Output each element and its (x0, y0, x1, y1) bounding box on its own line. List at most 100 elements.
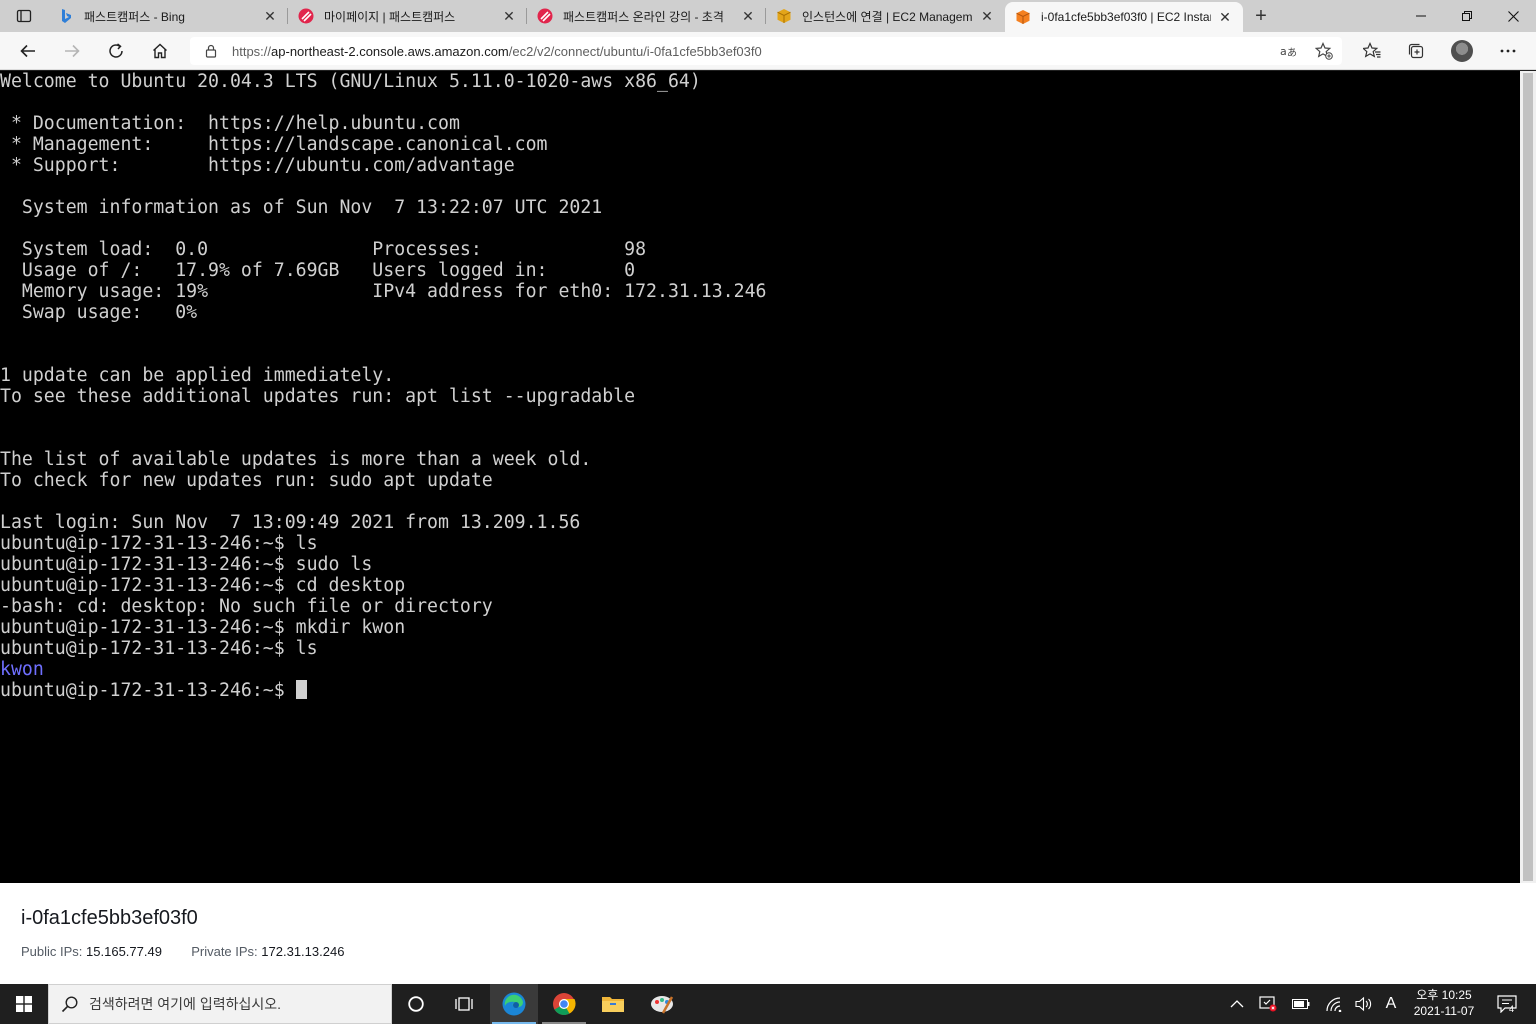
tab-close-icon[interactable]: ✕ (262, 8, 278, 24)
tab-close-icon[interactable]: ✕ (740, 8, 756, 24)
new-tab-button[interactable]: + (1249, 4, 1273, 28)
star-add-icon (1315, 42, 1333, 60)
terminal-output: Welcome to Ubuntu 20.04.3 LTS (GNU/Linux… (0, 71, 767, 701)
tab-title: 패스트캠퍼스 온라인 강의 - 초격 (563, 9, 724, 24)
tab-ec2-instance[interactable]: i-0fa1cfe5bb3ef03f0 | EC2 Instan ✕ (1005, 2, 1243, 32)
aws-box-icon (777, 9, 791, 23)
tab-actions-button[interactable] (0, 0, 48, 32)
battery-button[interactable] (1289, 984, 1313, 1024)
terminal-scrollbar[interactable] (1520, 71, 1536, 883)
security-alert-icon (1259, 996, 1277, 1012)
settings-menu-button[interactable] (1494, 37, 1522, 65)
chevron-up-icon (1230, 1000, 1244, 1008)
restore-icon (1462, 11, 1472, 21)
tab-close-icon[interactable]: ✕ (979, 8, 995, 24)
scrollbar-thumb[interactable] (1523, 73, 1533, 881)
task-view-button[interactable] (440, 984, 488, 1024)
tab-fastcampus-lecture[interactable]: 패스트캠퍼스 온라인 강의 - 초격 ✕ (527, 0, 766, 32)
tab-actions-icon (16, 9, 32, 23)
tab-close-icon[interactable]: ✕ (501, 8, 517, 24)
add-favorite-button[interactable] (1312, 37, 1336, 65)
minimize-button[interactable] (1398, 0, 1444, 32)
search-icon (61, 996, 78, 1013)
avatar (1451, 40, 1473, 62)
terminal-line: ubuntu@ip-172-31-13-246:~$ ls (0, 638, 318, 659)
address-bar[interactable]: https://ap-northeast-2.console.aws.amazo… (190, 37, 1342, 65)
refresh-icon (109, 43, 123, 58)
terminal-line: ubuntu@ip-172-31-13-246:~$ ls (0, 533, 318, 554)
close-window-button[interactable] (1490, 0, 1536, 32)
read-aloud-icon: aあ (1280, 45, 1297, 59)
notification-count: 4 (1509, 1004, 1515, 1014)
taskbar-app[interactable] (638, 984, 686, 1024)
terminal-line: -bash: cd: desktop: No such file or dire… (0, 596, 493, 617)
cortana-button[interactable] (392, 984, 440, 1024)
start-button[interactable] (0, 984, 48, 1024)
tab-mypage[interactable]: 마이페이지 | 패스트캠퍼스 ✕ (288, 0, 527, 32)
cortana-icon (408, 996, 424, 1012)
terminal-line: ubuntu@ip-172-31-13-246:~$ sudo ls (0, 554, 373, 575)
ssh-terminal[interactable]: Welcome to Ubuntu 20.04.3 LTS (GNU/Linux… (0, 71, 1536, 883)
terminal-cursor (295, 680, 307, 699)
taskbar-chrome[interactable] (540, 984, 588, 1024)
close-icon (1507, 10, 1519, 22)
favorites-button[interactable] (1358, 37, 1386, 65)
terminal-line: To see these additional updates run: apt… (0, 386, 636, 407)
terminal-line: 1 update can be applied immediately. (0, 365, 395, 386)
forward-button[interactable] (58, 37, 86, 65)
taskbar-search-input[interactable]: 검색하려면 여기에 입력하십시오. (48, 984, 392, 1024)
network-button[interactable] (1322, 984, 1346, 1024)
home-button[interactable] (146, 37, 174, 65)
terminal-prompt-line[interactable]: ubuntu@ip-172-31-13-246:~$ (0, 680, 767, 701)
browser-tab-strip: 패스트캠퍼스 - Bing ✕ 마이페이지 | 패스트캠퍼스 ✕ 패스트캠퍼스 … (0, 0, 1536, 32)
bing-icon (62, 9, 71, 23)
tab-close-icon[interactable]: ✕ (1217, 9, 1233, 25)
speaker-icon (1355, 996, 1372, 1012)
lock-icon[interactable] (204, 44, 218, 58)
instance-info-panel: i-0fa1cfe5bb3ef03f0 Public IPs: 15.165.7… (0, 883, 1536, 984)
terminal-line: System information as of Sun Nov 7 13:22… (0, 197, 603, 218)
tray-security-button[interactable] (1256, 984, 1280, 1024)
show-hidden-icons-button[interactable] (1226, 984, 1248, 1024)
url-text[interactable]: https://ap-northeast-2.console.aws.amazo… (232, 44, 762, 59)
search-placeholder: 검색하려면 여기에 입력하십시오. (89, 996, 281, 1012)
read-aloud-button[interactable]: aあ (1276, 37, 1300, 65)
private-ips-label: Private IPs: (191, 944, 258, 959)
restore-button[interactable] (1444, 0, 1490, 32)
refresh-button[interactable] (102, 37, 130, 65)
ime-indicator[interactable]: A (1380, 984, 1402, 1024)
terminal-line: Memory usage: 19% IPv4 address for eth0:… (0, 281, 767, 302)
url-scheme: https:// (232, 43, 272, 59)
action-center-button[interactable]: 4 (1492, 984, 1522, 1024)
volume-button[interactable] (1352, 984, 1376, 1024)
terminal-line: The list of available updates is more th… (0, 449, 592, 470)
tab-title: i-0fa1cfe5bb3ef03f0 | EC2 Instan (1041, 10, 1211, 24)
tab-ec2-connect[interactable]: 인스턴스에 연결 | EC2 Managem ✕ (766, 0, 1005, 32)
url-path: /ec2/v2/connect/ubuntu/i-0fa1cfe5bb3ef03… (508, 43, 762, 59)
wifi-icon (1326, 997, 1342, 1012)
private-ips-value: 172.31.13.246 (261, 944, 345, 959)
profile-button[interactable] (1448, 37, 1476, 65)
taskbar-file-explorer[interactable] (589, 984, 637, 1024)
chrome-icon (553, 993, 576, 1015)
system-clock[interactable]: 오후 10:25 2021-11-07 (1404, 987, 1484, 1019)
taskbar-edge[interactable] (490, 984, 538, 1024)
home-icon (153, 43, 167, 59)
public-ips-label: Public IPs: (21, 944, 83, 959)
back-arrow-icon (20, 44, 35, 58)
collections-button[interactable] (1402, 37, 1430, 65)
clock-time: 오후 10:25 (1416, 988, 1472, 1002)
tab-title: 인스턴스에 연결 | EC2 Managem (802, 9, 973, 24)
favorites-icon (1363, 42, 1381, 58)
windows-taskbar: 검색하려면 여기에 입력하십시오. A 오후 10:25 2021-11-07 (0, 984, 1536, 1024)
tab-bing[interactable]: 패스트캠퍼스 - Bing ✕ (48, 0, 288, 32)
svg-text:あ: あ (1287, 47, 1297, 59)
back-button[interactable] (14, 37, 42, 65)
instance-id: i-0fa1cfe5bb3ef03f0 (21, 907, 198, 929)
